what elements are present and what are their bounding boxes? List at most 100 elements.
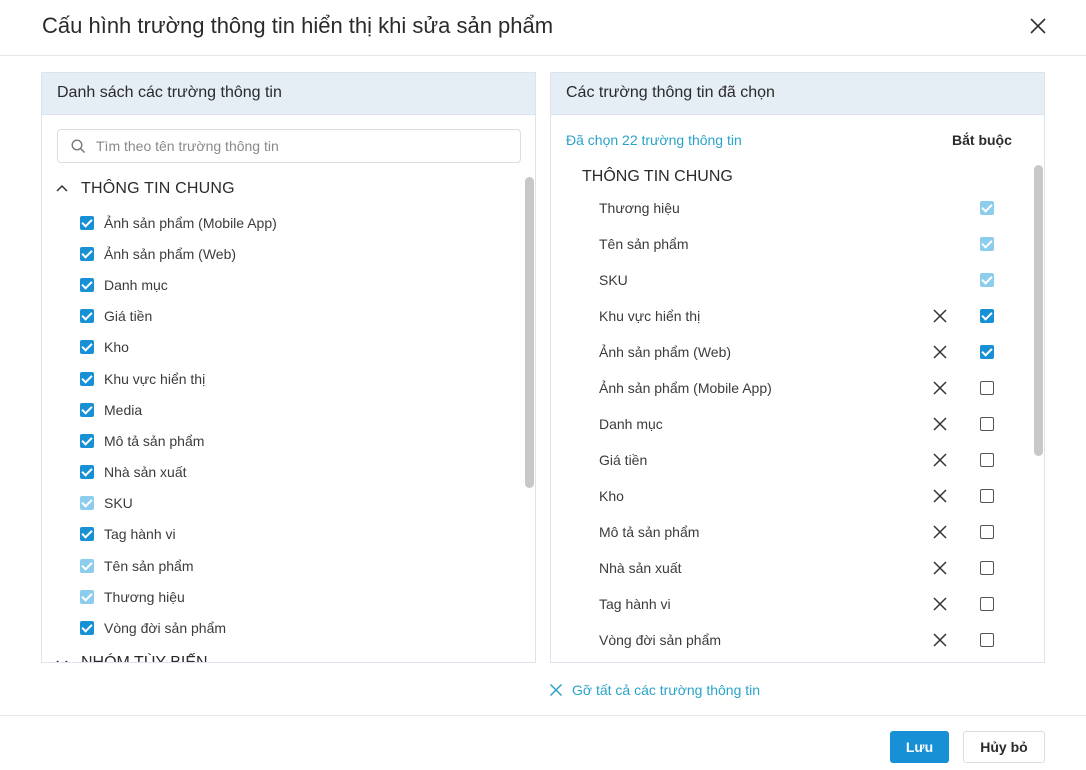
- selected-field-label: SKU: [599, 272, 628, 288]
- selected-field-label: Giá tiền: [599, 452, 648, 468]
- close-icon: [1030, 18, 1046, 34]
- dialog-title: Cấu hình trường thông tin hiển thị khi s…: [42, 13, 554, 38]
- close-button[interactable]: [1026, 14, 1050, 38]
- field-label: Vòng đời sản phẩm: [104, 620, 227, 637]
- remove-field-icon[interactable]: [933, 381, 947, 395]
- available-field-item[interactable]: Khu vực hiển thị: [80, 363, 520, 394]
- chevron-down-icon: [56, 660, 68, 662]
- selected-field-label: Nhà sản xuất: [599, 560, 682, 576]
- field-checkbox[interactable]: [80, 402, 94, 417]
- available-field-item[interactable]: Tên sản phẩm: [80, 550, 520, 581]
- remove-field-icon[interactable]: [933, 345, 947, 359]
- remove-field-icon[interactable]: [933, 489, 947, 503]
- remove-field-icon[interactable]: [933, 633, 947, 647]
- selected-field-row: Tag hành vi: [599, 586, 1019, 622]
- config-dialog: Cấu hình trường thông tin hiển thị khi s…: [0, 0, 1086, 770]
- field-checkbox: [80, 589, 94, 604]
- selected-field-row: Ảnh sản phẩm (Mobile App): [599, 370, 1019, 406]
- field-label: Mô tả sản phẩm: [104, 432, 205, 449]
- field-checkbox[interactable]: [80, 246, 94, 261]
- selected-field-list: Thương hiệu Tên sản phẩm SKU Khu vực hiển t…: [599, 190, 1019, 658]
- selected-field-row: Vòng đời sản phẩm: [599, 622, 1019, 658]
- required-checkbox[interactable]: [980, 561, 994, 575]
- field-label: Thương hiệu: [104, 588, 185, 605]
- available-fields-panel: Danh sách các trường thông tin THÔNG TIN…: [41, 72, 536, 663]
- field-checkbox[interactable]: [80, 621, 94, 636]
- field-label: Khu vực hiển thị: [104, 370, 206, 387]
- field-checkbox[interactable]: [80, 371, 94, 386]
- available-field-item[interactable]: Ảnh sản phẩm (Mobile App): [80, 207, 520, 238]
- field-checkbox[interactable]: [80, 215, 94, 230]
- clear-all-fields-link[interactable]: Gỡ tất cả các trường thông tin: [549, 682, 760, 698]
- field-label: Ảnh sản phẩm (Web): [104, 245, 237, 262]
- required-checkbox[interactable]: [980, 381, 994, 395]
- required-checkbox: [980, 237, 994, 251]
- available-field-item[interactable]: Mô tả sản phẩm: [80, 425, 520, 456]
- remove-field-icon[interactable]: [933, 597, 947, 611]
- available-field-item[interactable]: Vòng đời sản phẩm: [80, 612, 520, 643]
- selected-field-row: SKU: [599, 262, 1019, 298]
- available-fields-header: Danh sách các trường thông tin: [42, 73, 535, 115]
- field-checkbox: [80, 496, 94, 511]
- available-field-item[interactable]: Ảnh sản phẩm (Web): [80, 238, 520, 269]
- selected-field-row: Nhà sản xuất: [599, 550, 1019, 586]
- available-field-item[interactable]: Kho: [80, 332, 520, 363]
- remove-field-icon[interactable]: [933, 525, 947, 539]
- remove-field-icon[interactable]: [933, 561, 947, 575]
- field-checkbox[interactable]: [80, 277, 94, 292]
- right-scrollbar-thumb[interactable]: [1034, 165, 1043, 456]
- required-checkbox[interactable]: [980, 345, 994, 359]
- save-button[interactable]: Lưu: [890, 731, 949, 763]
- required-checkbox[interactable]: [980, 489, 994, 503]
- selected-field-row: Ảnh sản phẩm (Web): [599, 334, 1019, 370]
- field-label: Danh mục: [104, 276, 168, 293]
- required-checkbox[interactable]: [980, 597, 994, 611]
- required-checkbox[interactable]: [980, 453, 994, 467]
- selected-field-row: Danh mục: [599, 406, 1019, 442]
- selected-field-row: Mô tả sản phẩm: [599, 514, 1019, 550]
- selected-fields-header: Các trường thông tin đã chọn: [551, 73, 1044, 115]
- cancel-button[interactable]: Hủy bỏ: [963, 731, 1045, 763]
- selected-count-link[interactable]: Đã chọn 22 trường thông tin: [566, 132, 742, 148]
- field-checkbox[interactable]: [80, 309, 94, 324]
- group-custom-toggle[interactable]: NHÓM TÙY BIẾN: [56, 653, 208, 662]
- field-checkbox[interactable]: [80, 340, 94, 355]
- required-checkbox[interactable]: [980, 525, 994, 539]
- field-checkbox[interactable]: [80, 433, 94, 448]
- selected-field-label: Mô tả sản phẩm: [599, 524, 700, 540]
- field-label: Kho: [104, 339, 129, 356]
- selected-field-label: Khu vực hiển thị: [599, 308, 701, 324]
- remove-field-icon[interactable]: [933, 417, 947, 431]
- selected-group-general-label: THÔNG TIN CHUNG: [582, 168, 733, 185]
- field-label: Tên sản phẩm: [104, 557, 194, 574]
- dialog-header: Cấu hình trường thông tin hiển thị khi s…: [0, 0, 1086, 56]
- dialog-footer: Lưu Hủy bỏ: [0, 715, 1086, 770]
- right-scrollbar[interactable]: [1034, 165, 1044, 662]
- available-field-item[interactable]: Tag hành vi: [80, 519, 520, 550]
- group-general-label: THÔNG TIN CHUNG: [81, 180, 235, 197]
- available-field-item[interactable]: Nhà sản xuất: [80, 457, 520, 488]
- chevron-up-icon: [56, 184, 68, 192]
- available-field-item[interactable]: Danh mục: [80, 269, 520, 300]
- available-field-item[interactable]: Giá tiền: [80, 301, 520, 332]
- available-field-item[interactable]: Media: [80, 394, 520, 425]
- required-checkbox[interactable]: [980, 417, 994, 431]
- group-general-toggle[interactable]: THÔNG TIN CHUNG: [56, 179, 235, 199]
- available-field-list: Ảnh sản phẩm (Mobile App) Ảnh sản phẩm (W…: [80, 207, 520, 644]
- required-checkbox[interactable]: [980, 633, 994, 647]
- left-scrollbar[interactable]: [525, 177, 535, 662]
- field-checkbox[interactable]: [80, 465, 94, 480]
- available-field-item[interactable]: Thương hiệu: [80, 581, 520, 612]
- required-checkbox[interactable]: [980, 309, 994, 323]
- selected-field-row: Tên sản phẩm: [599, 226, 1019, 262]
- search-input[interactable]: [96, 136, 506, 156]
- required-checkbox: [980, 273, 994, 287]
- left-scrollbar-thumb[interactable]: [525, 177, 534, 488]
- remove-field-icon[interactable]: [933, 453, 947, 467]
- field-checkbox[interactable]: [80, 527, 94, 542]
- available-field-item[interactable]: SKU: [80, 488, 520, 519]
- selected-field-row: Giá tiền: [599, 442, 1019, 478]
- field-label: Media: [104, 401, 143, 418]
- remove-field-icon[interactable]: [933, 309, 947, 323]
- required-column-header: Bắt buộc: [952, 132, 1012, 148]
